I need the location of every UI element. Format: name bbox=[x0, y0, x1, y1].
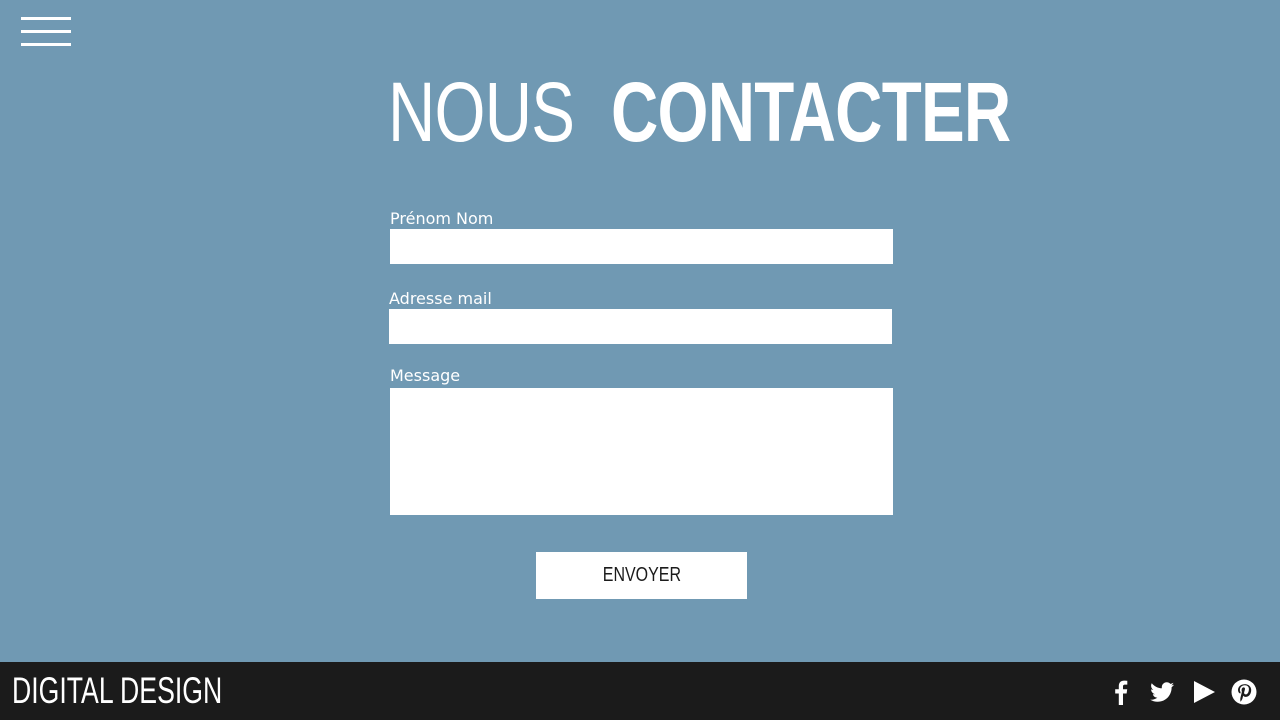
email-label: Adresse mail bbox=[389, 289, 492, 308]
send-button[interactable]: ENVOYER bbox=[536, 552, 747, 599]
send-button-label: ENVOYER bbox=[602, 564, 681, 586]
brand-logo[interactable]: DIGITAL DESIGN bbox=[12, 670, 222, 712]
facebook-icon[interactable] bbox=[1108, 679, 1134, 705]
pinterest-icon[interactable] bbox=[1231, 679, 1257, 705]
footer: DIGITAL DESIGN bbox=[0, 662, 1280, 720]
page-title: NOUS CONTACTER bbox=[388, 62, 1011, 162]
message-label: Message bbox=[390, 366, 461, 385]
hamburger-menu-icon[interactable] bbox=[21, 17, 71, 47]
email-input[interactable] bbox=[389, 309, 892, 344]
twitter-icon[interactable] bbox=[1149, 679, 1175, 705]
page-title-bold: CONTACTER bbox=[611, 65, 1011, 159]
message-textarea[interactable] bbox=[390, 388, 893, 515]
youtube-play-icon[interactable] bbox=[1191, 679, 1217, 705]
name-input[interactable] bbox=[390, 229, 893, 264]
page-title-light: NOUS bbox=[388, 65, 575, 159]
name-label: Prénom Nom bbox=[390, 209, 494, 228]
